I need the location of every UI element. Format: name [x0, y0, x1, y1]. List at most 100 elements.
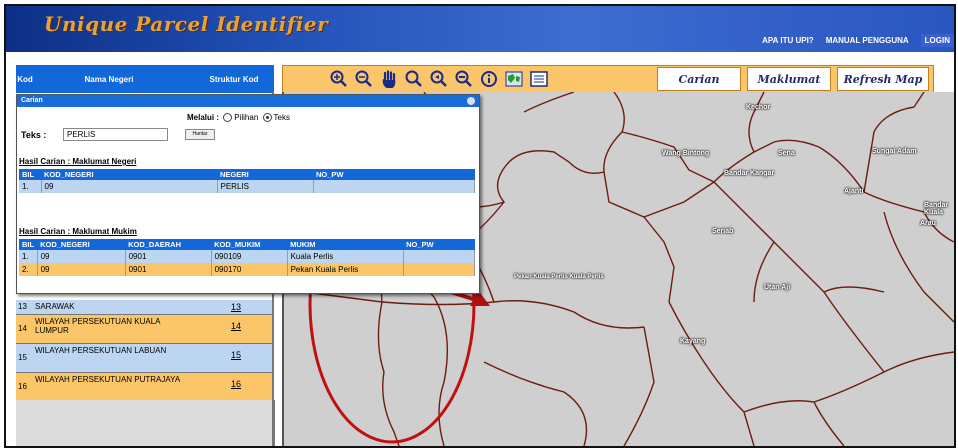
struktur-kod-link[interactable]: 13 [198, 300, 274, 314]
th-no-pw: NO_PW [403, 239, 475, 250]
map-layers-icon[interactable] [504, 69, 524, 89]
mukim-header-row: BIL KOD_NEGERI KOD_DAERAH KOD_MUKIM MUKI… [19, 239, 475, 250]
legend-list-icon[interactable] [529, 69, 549, 89]
map-label: Bandar Kangar [724, 170, 775, 177]
col-struktur-kod: Struktur Kod [209, 74, 259, 84]
state-table: 13 SARAWAK 13 14 WILAYAH PERSEKUTUAN KUA… [16, 300, 274, 402]
dialog-title: Carian [21, 97, 43, 104]
nav-login[interactable]: LOGIN [920, 34, 954, 47]
map-label: Utan Aji [764, 284, 791, 291]
cell-bil: 1. [19, 250, 38, 263]
table-row[interactable]: 1. 09 0901 090109 Kuala Perlis [19, 250, 476, 263]
zoom-out-icon[interactable] [354, 69, 374, 89]
app-title: Unique Parcel Identifier [44, 12, 329, 36]
cell-no-pw [403, 263, 476, 276]
zoom-prev-icon[interactable] [429, 69, 449, 89]
zoom-in-icon[interactable] [329, 69, 349, 89]
cell-negeri: PERLIS [217, 180, 314, 193]
row-name: WILAYAH PERSEKUTUAN KUALA LUMPUR [35, 317, 161, 335]
table-row: 15 WILAYAH PERSEKUTUAN LABUAN 15 [16, 344, 274, 373]
map-label: Kayang [680, 338, 706, 345]
row-kod: 13 [18, 302, 27, 311]
nav-manual-pengguna[interactable]: MANUAL PENGGUNA [826, 36, 909, 47]
th-kod-daerah: KOD_DAERAH [125, 239, 212, 250]
radio-teks[interactable] [262, 113, 272, 123]
close-icon[interactable] [467, 97, 475, 105]
mukim-table: BIL KOD_NEGERI KOD_DAERAH KOD_MUKIM MUKI… [19, 239, 476, 276]
map-label: Ajanti [844, 188, 864, 195]
cell-kod-negeri: 09 [41, 180, 218, 193]
row-kod: 15 [18, 353, 27, 362]
teks-input[interactable]: PERLIS [63, 128, 168, 141]
cell-mukim: Pekan Kuala Perlis [287, 263, 404, 276]
tab-carian[interactable]: Carian [657, 67, 741, 91]
zoom-extent-icon[interactable] [404, 69, 424, 89]
radio-pilihan[interactable] [223, 113, 233, 123]
info-icon[interactable] [479, 69, 499, 89]
zoom-next-icon[interactable] [454, 69, 474, 89]
th-negeri: NEGERI [217, 169, 313, 180]
hantar-button[interactable]: Hantar [185, 129, 215, 140]
map-label: Arau [920, 220, 936, 227]
cell-kod-mukim: 090170 [211, 263, 288, 276]
negeri-header-row: BIL KOD_NEGERI NEGERI NO_PW [19, 169, 475, 180]
map-label: Bandar Kuala [924, 202, 949, 216]
table-row[interactable]: 1. 09 PERLIS [19, 180, 475, 193]
cell-bil: 2. [19, 263, 38, 276]
table-row: 14 WILAYAH PERSEKUTUAN KUALA LUMPUR 14 [16, 315, 274, 344]
nav-apa-itu-upi[interactable]: APA ITU UPI? [762, 36, 814, 47]
th-bil: BIL [19, 239, 38, 250]
struktur-kod-link[interactable]: 14 [198, 315, 274, 343]
cell-kod-negeri: 09 [37, 263, 126, 276]
row-kod: 16 [18, 382, 27, 391]
row-name: WILAYAH PERSEKUTUAN LABUAN [35, 346, 167, 355]
map-label: Sungai Adam [872, 148, 917, 155]
table-row: 13 SARAWAK 13 [16, 300, 274, 315]
teks-label: Teks : [21, 130, 47, 140]
th-bil: BIL [19, 169, 41, 180]
left-panel-filler [16, 400, 275, 446]
search-dialog: Carian Melalui : Pilihan Teks Teks : PER… [16, 94, 480, 294]
struktur-kod-link[interactable]: 15 [198, 344, 274, 372]
row-name: WILAYAH PERSEKUTUAN PUTRAJAYA [35, 375, 181, 384]
cell-kod-daerah: 0901 [125, 250, 212, 263]
col-nama-negeri: Nama Negeri [84, 74, 134, 84]
th-kod-negeri: KOD_NEGERI [37, 239, 126, 250]
negeri-section-title: Hasil Carian : Maklumat Negeri [19, 157, 137, 166]
row-name: SARAWAK [35, 302, 75, 311]
top-nav: APA ITU UPI? MANUAL PENGGUNA LOGIN [762, 34, 954, 47]
th-kod-mukim: KOD_MUKIM [211, 239, 288, 250]
tab-maklumat[interactable]: Maklumat [747, 67, 831, 91]
map-label: Kechor [746, 104, 771, 111]
struktur-kod-link[interactable]: 16 [198, 373, 274, 401]
map-label: Sena [778, 150, 795, 157]
cell-no-pw [403, 250, 476, 263]
th-mukim: MUKIM [287, 239, 404, 250]
pan-hand-icon[interactable] [379, 69, 399, 89]
map-label: Pekan Kuala Perlis Kuala Perlis [514, 274, 604, 280]
app-frame: Unique Parcel Identifier APA ITU UPI? MA… [4, 4, 956, 448]
table-row[interactable]: 2. 09 0901 090170 Pekan Kuala Perlis [19, 263, 476, 276]
cell-kod-mukim: 090109 [211, 250, 288, 263]
dialog-title-bar: Carian [17, 95, 479, 107]
tab-refresh-map[interactable]: Refresh Map [837, 67, 929, 91]
table-row: 16 WILAYAH PERSEKUTUAN PUTRAJAYA 16 [16, 373, 274, 402]
search-mode: Melalui : Pilihan Teks [187, 113, 290, 123]
map-label: Wang Bintong [662, 150, 710, 157]
radio-pilihan-label: Pilihan [234, 113, 259, 122]
th-kod-negeri: KOD_NEGERI [41, 169, 217, 180]
map-label: Seriab [712, 228, 734, 235]
cell-no-pw [313, 180, 475, 193]
melalui-label: Melalui : [187, 113, 220, 122]
mukim-section-title: Hasil Carian : Maklumat Mukim [19, 227, 137, 236]
row-kod: 14 [18, 324, 27, 333]
col-kod: Kod [17, 74, 33, 84]
state-table-header: Kod Nama Negeri Struktur Kod [16, 65, 274, 93]
th-no-pw: NO_PW [313, 169, 475, 180]
map-tools [329, 69, 549, 89]
cell-bil: 1. [19, 180, 42, 193]
cell-mukim: Kuala Perlis [287, 250, 404, 263]
map-toolbar: Carian Maklumat Refresh Map [282, 65, 934, 93]
cell-kod-negeri: 09 [37, 250, 126, 263]
header-banner: Unique Parcel Identifier APA ITU UPI? MA… [6, 6, 954, 52]
